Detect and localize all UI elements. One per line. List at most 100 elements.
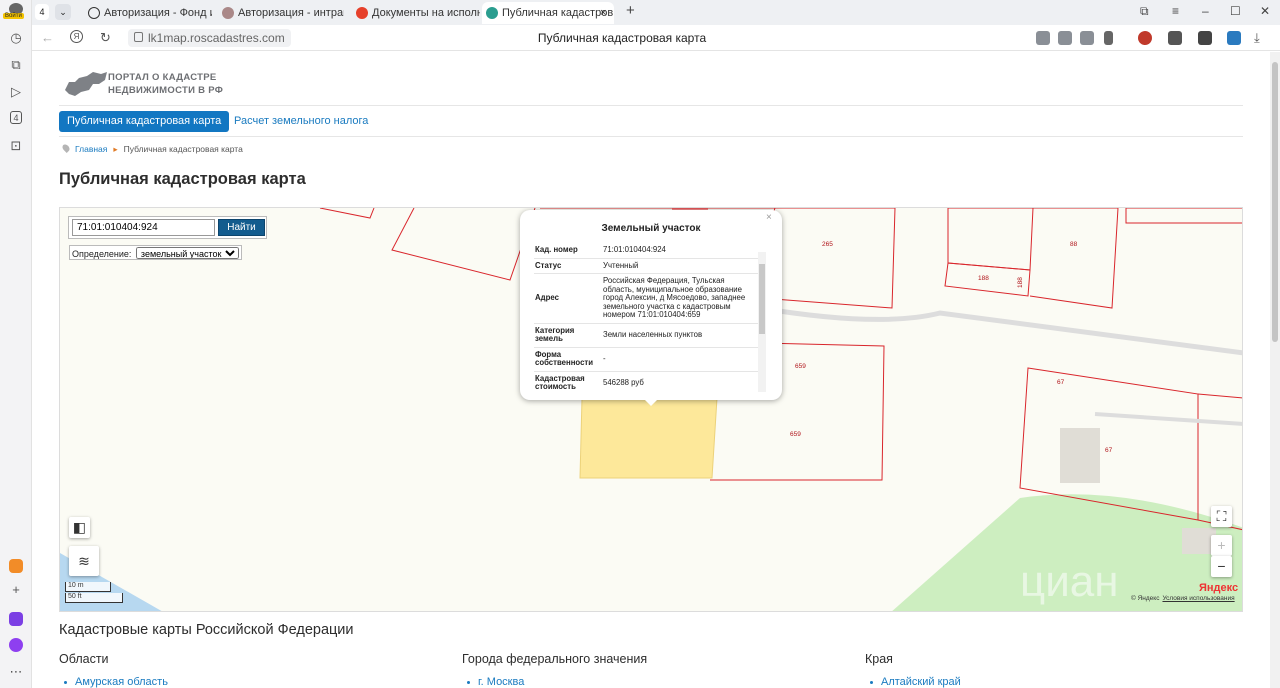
arrow-icon [88,7,100,19]
breadcrumb-separator-icon: ▸ [113,144,118,154]
find-button[interactable]: Найти [218,219,265,236]
collections-icon[interactable]: ⧉ [8,57,24,73]
screenshot-icon[interactable]: ⊡ [8,138,24,154]
tab-close-icon[interactable]: × [600,2,606,24]
history-icon[interactable]: ◷ [8,30,24,46]
zoom-out-button[interactable]: − [1211,556,1232,577]
nav-land-tax-link[interactable]: Расчет земельного налога [234,115,368,127]
extension-icon-1[interactable] [1036,31,1050,45]
extension-icon-7[interactable] [1227,31,1241,45]
new-tab-icon[interactable]: + [626,2,635,19]
popup-close-icon[interactable]: × [766,212,772,223]
parcel-labels: 265 88 188 188 659 659 67 67 [790,241,1113,454]
extension-icon-4[interactable] [1138,31,1152,45]
table-row: Форма собственности - [534,347,758,372]
terms-link[interactable]: Условия использования [1162,595,1234,602]
cadastral-map[interactable]: 265 88 188 188 659 659 67 67 циан Найти … [59,207,1243,612]
ruler-icon[interactable]: ◧ [69,517,90,538]
popup-title: Земельный участок [601,223,701,234]
nav-cadastral-map-button[interactable]: Публичная кадастровая карта [59,111,230,132]
cadastral-search: Найти [68,216,267,239]
tab-counter[interactable]: 4 [35,4,49,20]
popup-scrollbar-thumb[interactable] [759,264,765,334]
popup-body[interactable]: Кад. номер 71:01:010404:924 Статус Учтенны… [534,243,766,389]
breadcrumb-current: Публичная кадастровая карта [123,144,243,154]
tab-auth-fund[interactable]: Авторизация - Фонд иму [84,2,212,24]
parcel-label-659-lower: 659 [790,431,801,438]
download-icon[interactable]: ⤓ [1254,30,1260,46]
tab-cadastral-map[interactable]: Публичная кадастров × [482,2,614,24]
cadastral-number-input[interactable] [72,219,215,236]
extension-icon-3[interactable] [1080,31,1094,45]
road [1094,412,1242,426]
maximize-icon[interactable]: ☐ [1230,4,1241,18]
extension-icon-6[interactable] [1198,31,1212,45]
tab-list-chevron-icon[interactable]: ⌄ [55,4,71,20]
scale-meters: 10 m [65,582,111,592]
breadcrumb: Главная ▸ Публичная кадастровая карта [61,143,243,155]
parcel-label-67-lower: 67 [1105,447,1113,454]
zoom-in-button[interactable]: + [1211,535,1232,556]
table-row: Статус Учтенный [534,258,758,274]
breadcrumb-home-link[interactable]: Главная [75,144,107,154]
page-scrollbar-thumb[interactable] [1272,62,1278,342]
tab-documents[interactable]: Документы на исполнен [352,2,480,24]
tab-auth-intranet[interactable]: Авторизация - интранет [218,2,344,24]
web-page: ПОРТАЛ О КАДАСТРЕ НЕДВИЖИМОСТИ В РФ Публ… [33,52,1270,688]
list-item[interactable]: Амурская область [59,676,168,688]
catalog-column-krais: Края Алтайский край [865,652,961,688]
login-badge[interactable]: Войти [3,13,24,19]
catalog-column-federal-cities: Города федерального значения г. Москва [462,652,647,688]
column-title: Города федерального значения [462,652,648,666]
fullscreen-icon[interactable]: ⛶ [1211,506,1232,527]
table-row: Адрес Российская Федерация, Тульская обла… [534,273,758,324]
tabs-counter-icon[interactable]: 4 [10,111,22,124]
close-window-icon[interactable]: ✕ [1260,4,1270,18]
table-row: Категория земель Земли населенных пунктов [534,323,758,348]
documents-favicon [356,7,368,19]
page-heading: Публичная кадастровая карта [59,170,306,188]
catalog-column-regions: Области Амурская область [59,652,168,688]
parcel-properties-table: Кад. номер 71:01:010404:924 Статус Учтенны… [534,243,758,389]
menu-icon[interactable]: ≡ [1172,4,1179,18]
parcel-label-265: 265 [822,241,833,248]
table-row: Кадастровая стоимость 546288 руб [534,371,758,389]
play-icon[interactable]: ▷ [8,84,24,100]
map-favicon [486,7,498,19]
add-panel-icon[interactable]: + [8,582,24,598]
column-title: Края [865,652,893,666]
more-icon[interactable]: ⋯ [8,664,24,680]
mail-icon[interactable] [9,559,23,573]
site-logo-text[interactable]: ПОРТАЛ О КАДАСТРЕ НЕДВИЖИМОСТИ В РФ [108,71,223,97]
parcel-label-88: 88 [1070,241,1078,248]
page-scrollbar[interactable] [1270,52,1280,688]
layers-icon[interactable]: ≋ [69,546,99,576]
minimize-icon[interactable]: – [1202,4,1209,18]
definition-select[interactable]: земельный участок [135,247,239,259]
popup-scrollbar[interactable] [758,252,766,392]
bookmark-icon[interactable] [1104,31,1113,45]
tab-bar: 4 ⌄ Авторизация - Фонд иму Авторизация -… [32,0,1280,25]
building [1060,428,1100,483]
address-bar: ← Я ↻ lk1map.roscadastres.com Публичная … [32,25,1280,51]
scale-feet: 50 ft [65,593,123,603]
extension-icon-2[interactable] [1058,31,1072,45]
russia-map-logo-icon [65,72,107,96]
definition-label: Определение: [72,249,132,259]
divider [59,105,1243,106]
alice-icon[interactable] [9,638,23,652]
bookmarks-panel-icon[interactable]: ⧉ [1140,4,1149,19]
location-pin-icon [61,143,71,153]
parcel-info-popup: Земельный участок × Кад. номер 71:01:0104… [520,210,782,406]
page-title-bar: Публичная кадастровая карта [537,31,707,45]
definition-row: Определение: земельный участок [69,245,242,260]
extension-icon-5[interactable] [1168,31,1182,45]
catalog-heading: Кадастровые карты Российской Федерации [59,622,354,638]
road [759,305,1242,356]
yandex-logo[interactable]: Яндекс [1199,582,1238,594]
intranet-favicon [222,7,234,19]
list-item[interactable]: Алтайский край [865,676,961,688]
messenger-icon[interactable] [9,612,23,626]
map-copyright: © Яндекс Условия использования [1131,595,1235,602]
list-item[interactable]: г. Москва [462,676,524,688]
